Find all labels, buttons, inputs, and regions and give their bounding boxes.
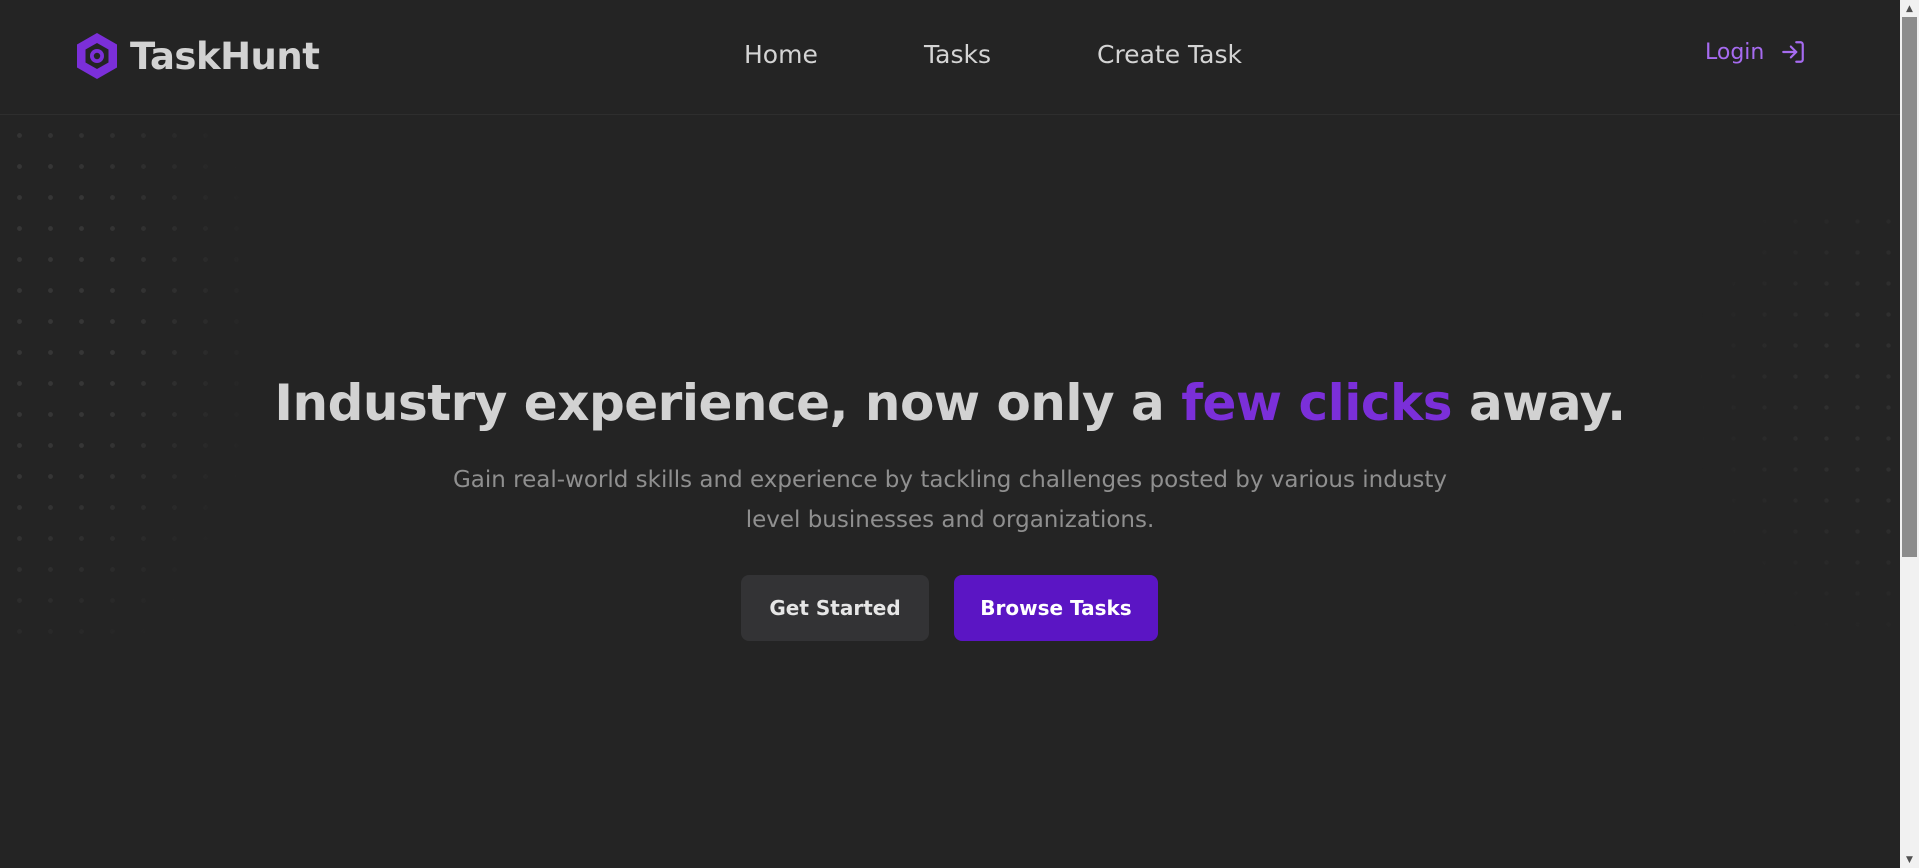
login-link[interactable]: Login	[1705, 39, 1806, 65]
scroll-down-arrow-icon[interactable]: ▼	[1900, 851, 1919, 868]
hero-title: Industry experience, now only a few clic…	[0, 374, 1900, 432]
vertical-scrollbar[interactable]: ▲ ▼	[1900, 0, 1919, 868]
nav-create-task-link[interactable]: Create Task	[1097, 40, 1242, 69]
hero-title-end: away.	[1452, 374, 1626, 432]
scrollbar-thumb[interactable]	[1902, 17, 1917, 557]
main-nav: Home Tasks Create Task	[0, 0, 1900, 112]
browse-tasks-button[interactable]: Browse Tasks	[954, 575, 1158, 641]
login-label: Login	[1705, 39, 1765, 65]
get-started-button[interactable]: Get Started	[741, 575, 929, 641]
hero-title-accent: few clicks	[1181, 374, 1453, 432]
site-header: TaskHunt Home Tasks Create Task Login	[0, 0, 1900, 115]
login-arrow-icon	[1782, 41, 1805, 63]
nav-tasks-link[interactable]: Tasks	[924, 40, 991, 69]
nav-home-link[interactable]: Home	[744, 40, 818, 69]
scroll-up-arrow-icon[interactable]: ▲	[1900, 0, 1919, 17]
hero-subtitle: Gain real-world skills and experience by…	[452, 467, 1448, 533]
page: TaskHunt Home Tasks Create Task Login In…	[0, 0, 1900, 868]
hero-title-start: Industry experience, now only a	[274, 374, 1182, 432]
